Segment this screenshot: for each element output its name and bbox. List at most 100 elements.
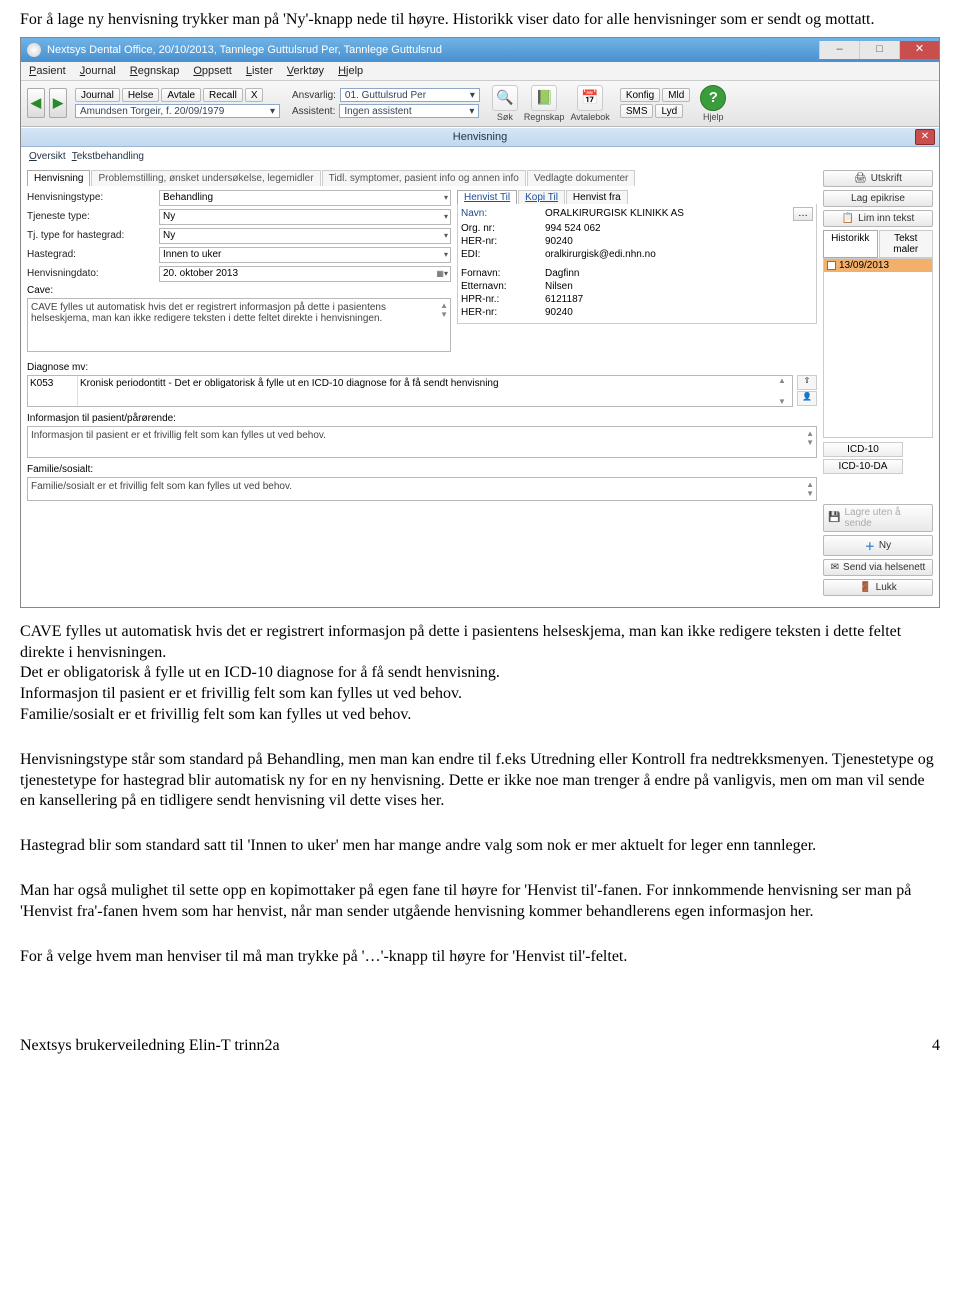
hastegrad-label: Hastegrad: <box>27 249 155 260</box>
tool-avtalebok[interactable]: 📅Avtalebok <box>570 85 609 122</box>
print-icon: 🖨 <box>854 173 867 184</box>
tbtn-avtale[interactable]: Avtale <box>161 88 201 102</box>
info-text-area[interactable]: Informasjon til pasient er et frivillig … <box>27 426 817 458</box>
minimize-button[interactable]: – <box>819 41 859 59</box>
app-screenshot: Nextsys Dental Office, 20/10/2013, Tannl… <box>20 37 940 608</box>
maximize-button[interactable]: □ <box>859 41 899 59</box>
tool-regnskap[interactable]: 📗Regnskap <box>524 85 565 122</box>
henvisningstype-select[interactable]: Behandling▾ <box>159 190 451 206</box>
prev-button[interactable]: ◀ <box>27 88 45 118</box>
close-icon: 🚪 <box>859 582 871 593</box>
send-button[interactable]: ✉Send via helsenett <box>823 559 933 576</box>
historikk-tab[interactable]: Historikk <box>823 230 878 258</box>
assistent-select[interactable]: Ingen assistent▾ <box>339 104 479 118</box>
ansvarlig-select[interactable]: 01. Guttulsrud Per▾ <box>340 88 480 102</box>
historikk-list[interactable]: 13/09/2013 <box>823 258 933 438</box>
maintab-problemstilling[interactable]: Problemstilling, ønsket undersøkelse, le… <box>91 170 320 186</box>
utskrift-button[interactable]: 🖨Utskrift <box>823 170 933 187</box>
tj-haste-label: Tj. type for hastegrad: <box>27 230 155 241</box>
tab-oversikt[interactable]: Oversikt <box>29 151 66 162</box>
edi-value: oralkirurgisk@edi.nhn.no <box>545 249 656 260</box>
etternavn-label: Etternavn: <box>461 281 545 292</box>
org-value: 994 524 062 <box>545 223 601 234</box>
paste-icon: 📋 <box>842 213 854 224</box>
tbtn-sms[interactable]: SMS <box>620 104 654 118</box>
diag-label: Diagnose mv: <box>27 362 817 373</box>
lukk-button[interactable]: 🚪Lukk <box>823 579 933 596</box>
body-p1: CAVE fylles ut automatisk hvis det er re… <box>20 622 940 726</box>
tbtn-recall[interactable]: Recall <box>203 88 243 102</box>
etternavn-value: Nilsen <box>545 281 573 292</box>
hist-item[interactable]: 13/09/2013 <box>824 259 932 272</box>
close-button[interactable]: ✕ <box>899 41 939 59</box>
pick-recipient-button[interactable]: … <box>793 207 813 221</box>
her-value: 90240 <box>545 236 573 247</box>
hastegrad-select[interactable]: Innen to uker▾ <box>159 247 451 263</box>
hpr-value: 6121187 <box>545 294 583 305</box>
menu-oppsett[interactable]: Oppsett <box>193 65 232 77</box>
tekstmaler-tab[interactable]: Tekst maler <box>879 230 934 258</box>
tool-help[interactable]: ? Hjelp <box>700 85 726 122</box>
icd10-button[interactable]: ICD-10 <box>823 442 903 457</box>
diag-text-cell: Kronisk periodontitt - Det er obligatori… <box>78 376 778 406</box>
ny-button[interactable]: ＋Ny <box>823 535 933 556</box>
tbtn-x[interactable]: X <box>245 88 264 102</box>
henvisningstype-label: Henvisningstype: <box>27 192 155 203</box>
tbtn-helse[interactable]: Helse <box>122 88 160 102</box>
her2-label: HER-nr: <box>461 307 545 318</box>
maintab-vedlagte[interactable]: Vedlagte dokumenter <box>527 170 636 186</box>
tab-henvist-til[interactable]: Henvist Til <box>457 190 517 204</box>
person-icon[interactable]: 👤 <box>797 391 817 406</box>
org-label: Org. nr: <box>461 223 545 234</box>
question-icon: ? <box>700 85 726 111</box>
plus-icon: ＋ <box>865 538 875 553</box>
calendar-icon: 📅 <box>577 85 603 111</box>
menu-pasient[interactable]: Pasient <box>29 65 66 77</box>
menu-regnskap[interactable]: Regnskap <box>130 65 180 77</box>
intro-text: For å lage ny henvisning trykker man på … <box>20 10 940 31</box>
tab-kopi-til[interactable]: Kopi Til <box>518 190 565 204</box>
toolbar: ◀ ▶ Journal Helse Avtale Recall X Amunds… <box>21 81 939 127</box>
window-title: Nextsys Dental Office, 20/10/2013, Tannl… <box>47 44 442 56</box>
icd10da-button[interactable]: ICD-10-DA <box>823 459 903 474</box>
tab-tekstbehandling[interactable]: Tekstbehandling <box>72 151 144 162</box>
tbtn-lyd[interactable]: Lyd <box>655 104 683 118</box>
tj-haste-select[interactable]: Ny▾ <box>159 228 451 244</box>
menu-lister[interactable]: Lister <box>246 65 273 77</box>
navn-value: ORALKIRURGISK KLINIKK AS <box>545 208 684 219</box>
body-p2: Henvisningstype står som standard på Beh… <box>20 750 940 812</box>
fornavn-label: Fornavn: <box>461 268 545 279</box>
tbtn-konfig[interactable]: Konfig <box>620 88 660 102</box>
tjeneste-select[interactable]: Ny▾ <box>159 209 451 225</box>
patient-name-box[interactable]: Amundsen Torgeir, f. 20/09/1979 ▾ <box>75 104 280 118</box>
hpr-label: HPR-nr.: <box>461 294 545 305</box>
lagre-button[interactable]: 💾Lagre uten å sende <box>823 504 933 532</box>
footer-page: 4 <box>932 1037 940 1055</box>
move-up-icon[interactable]: ⇧ <box>797 375 817 390</box>
henvisning-header: Henvisning ✕ <box>21 127 939 147</box>
body-p5: For å velge hvem man henviser til må man… <box>20 947 940 968</box>
menu-hjelp[interactable]: Hjelp <box>338 65 363 77</box>
next-button[interactable]: ▶ <box>49 88 67 118</box>
menu-journal[interactable]: Journal <box>80 65 116 77</box>
maintab-henvisning[interactable]: Henvisning <box>27 170 90 186</box>
panel-close-button[interactable]: ✕ <box>915 129 935 145</box>
save-icon: 💾 <box>828 512 840 523</box>
tab-henvist-fra[interactable]: Henvist fra <box>566 190 628 204</box>
fam-text-area[interactable]: Familie/sosialt er et frivillig felt som… <box>27 477 817 501</box>
tbtn-journal[interactable]: Journal <box>75 88 120 102</box>
maintab-tidl[interactable]: Tidl. symptomer, pasient info og annen i… <box>322 170 526 186</box>
her2-value: 90240 <box>545 307 573 318</box>
tbtn-mld[interactable]: Mld <box>662 88 690 102</box>
checkbox-icon <box>827 261 836 270</box>
titlebar: Nextsys Dental Office, 20/10/2013, Tannl… <box>21 38 939 62</box>
body-p4: Man har også mulighet til sette opp en k… <box>20 881 940 923</box>
tool-search[interactable]: 🔍Søk <box>492 85 518 122</box>
tjeneste-label: Tjeneste type: <box>27 211 155 222</box>
epikrise-button[interactable]: Lag epikrise <box>823 190 933 207</box>
app-icon <box>27 43 41 57</box>
assistent-label: Assistent: <box>290 104 337 118</box>
menu-verktoy[interactable]: Verktøy <box>287 65 324 77</box>
lim-button[interactable]: 📋Lim inn tekst <box>823 210 933 227</box>
dato-input[interactable]: 20. oktober 2013▦▾ <box>159 266 451 282</box>
